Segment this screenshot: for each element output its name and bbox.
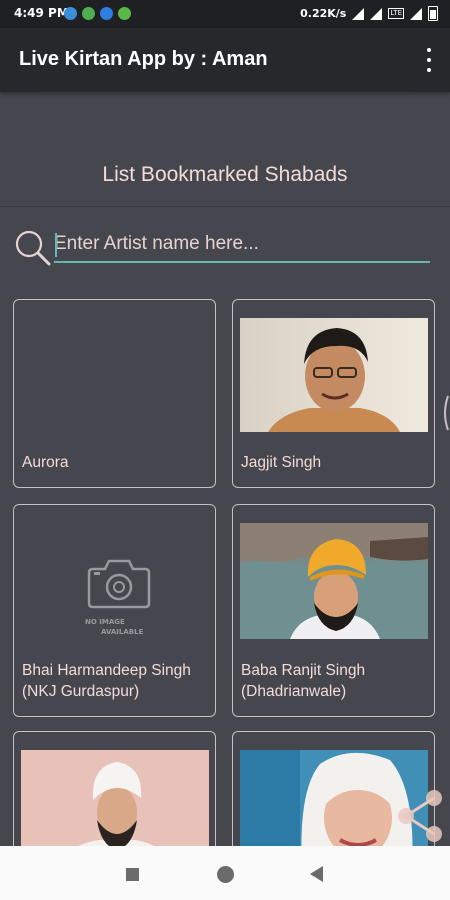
artist-name: Jagjit Singh (241, 454, 322, 471)
wifi-icon (352, 7, 365, 20)
divider (0, 206, 450, 207)
side-drawer-handle[interactable] (440, 394, 450, 432)
network-type: LTE (388, 8, 404, 19)
globe-notification-icon (82, 7, 95, 20)
home-icon[interactable] (217, 866, 234, 883)
no-image-placeholder: NO IMAGE AVAILABLE (21, 523, 209, 639)
search-icon[interactable] (14, 229, 52, 267)
signal-icon-2 (410, 7, 422, 20)
artist-name: Bhai Harmandeep Singh (NKJ Gurdaspur) (22, 662, 191, 700)
artist-name: Baba Ranjit Singh (Dhadrianwale) (241, 662, 366, 700)
app-title: Live Kirtan App by : Aman (19, 48, 268, 70)
app-notification-icon (64, 7, 77, 20)
artist-card[interactable]: Jagjit Singh (232, 299, 435, 488)
check-notification-icon (118, 7, 131, 20)
text-cursor (55, 233, 57, 257)
status-time: 4:49 PM (14, 6, 69, 20)
battery-icon (428, 6, 438, 21)
page-title: List Bookmarked Shabads (102, 163, 348, 186)
artist-photo (240, 318, 428, 432)
header-shadow-line (40, 92, 415, 93)
artist-name: Aurora (22, 454, 69, 471)
network-speed: 0.22K/s (300, 7, 347, 20)
no-image-text-1: NO IMAGE (85, 618, 125, 626)
signal-icon (370, 7, 383, 20)
notification-icons (64, 7, 131, 20)
chat-notification-icon (100, 7, 113, 20)
artist-card[interactable]: Baba Ranjit Singh (Dhadrianwale) (232, 504, 435, 717)
recent-apps-icon[interactable] (126, 868, 139, 881)
artist-card[interactable]: NO IMAGE AVAILABLE Bhai Harmandeep Singh… (13, 504, 216, 717)
app-bar: Live Kirtan App by : Aman (0, 28, 450, 92)
status-bar: 4:49 PM 0.22K/s LTE (0, 0, 450, 28)
artist-card[interactable]: Aurora (13, 299, 216, 488)
artist-photo (240, 523, 428, 639)
back-icon[interactable] (310, 866, 323, 882)
artist-search-input[interactable] (54, 227, 430, 263)
no-image-text-2: AVAILABLE (101, 628, 144, 636)
more-vert-icon[interactable] (424, 48, 434, 72)
share-icon[interactable] (396, 788, 446, 844)
